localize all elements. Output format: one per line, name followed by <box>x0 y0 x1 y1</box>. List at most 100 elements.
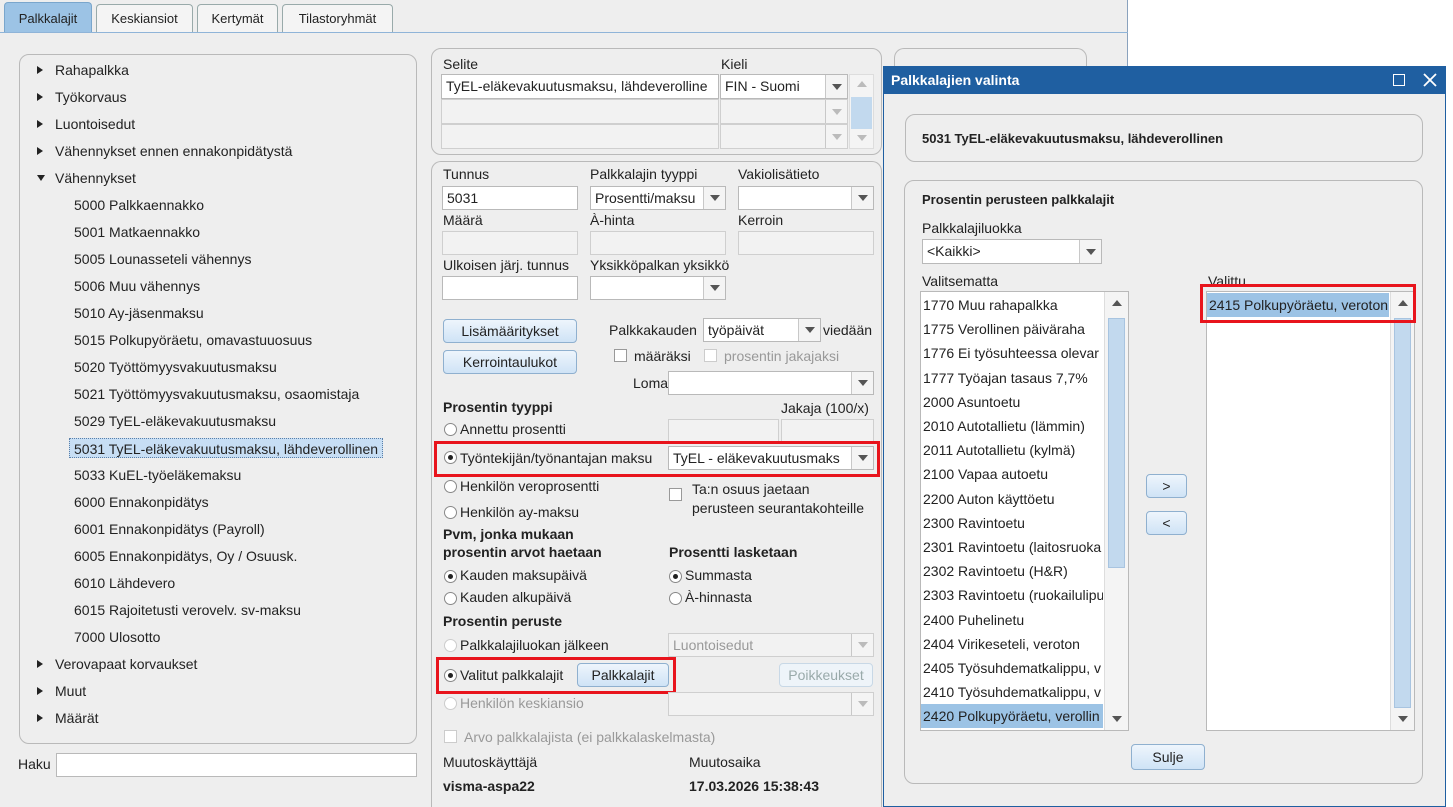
list-item[interactable]: 2410 Työsuhdematkalippu, v <box>923 680 1103 704</box>
valitsematta-scrollbar[interactable] <box>1104 292 1128 730</box>
tree-item[interactable]: 5021 Työttömyysvakuutusmaksu, osaomistaj… <box>74 384 359 404</box>
tree-item[interactable]: 5029 TyEL-eläkevakuutusmaksu <box>74 411 276 431</box>
selite-input[interactable]: TyEL-eläkevakuutusmaksu, lähdeverolline <box>441 74 719 99</box>
list-item[interactable]: 1770 Muu rahapalkka <box>923 293 1103 317</box>
valittu-scrollbar[interactable] <box>1390 292 1414 730</box>
tree-category[interactable]: Luontoisedut <box>55 114 135 134</box>
palkkalajiluokka-select[interactable]: <Kaikki> <box>922 239 1102 264</box>
list-item[interactable]: 2011 Autotallietu (kylmä) <box>923 438 1103 462</box>
chevron-down-icon[interactable] <box>851 187 873 209</box>
alkupaiva-radio[interactable] <box>444 592 457 605</box>
list-item[interactable]: 2302 Ravintoetu (H&R) <box>923 559 1103 583</box>
chevron-down-icon[interactable] <box>851 634 873 656</box>
jakajaksi-checkbox[interactable] <box>704 349 717 362</box>
sulje-button[interactable]: Sulje <box>1131 744 1205 770</box>
list-item[interactable]: 2300 Ravintoetu <box>923 511 1103 535</box>
kerroin-input[interactable] <box>738 231 874 255</box>
description-scrollbar[interactable] <box>849 74 874 149</box>
expand-right-icon[interactable] <box>37 93 43 101</box>
chevron-down-icon[interactable] <box>703 277 725 299</box>
expand-right-icon[interactable] <box>37 147 43 155</box>
tree-item[interactable]: 5010 Ay-jäsenmaksu <box>74 303 204 323</box>
luokka-select[interactable]: Luontoisedut <box>668 633 874 657</box>
annettu-prosentti-radio[interactable] <box>444 423 457 436</box>
palkkakauden-select[interactable]: työpäivät <box>703 318 821 342</box>
list-item[interactable]: 2405 Työsuhdematkalippu, v <box>923 656 1103 680</box>
tree-category[interactable]: Muut <box>55 681 86 701</box>
remove-button[interactable]: < <box>1146 511 1187 535</box>
kerrointaulukot-button[interactable]: Kerrointaulukot <box>443 350 577 374</box>
tree-item[interactable]: 6000 Ennakonpidätys <box>74 492 209 512</box>
kieli-select-3[interactable] <box>720 124 848 149</box>
chevron-down-icon[interactable] <box>825 125 847 148</box>
tree-item[interactable]: 5006 Muu vähennys <box>74 276 200 296</box>
maara-input[interactable] <box>442 231 578 255</box>
tunnus-input[interactable]: 5031 <box>442 186 578 210</box>
search-input[interactable] <box>56 753 417 777</box>
close-icon[interactable] <box>1423 73 1437 87</box>
expand-right-icon[interactable] <box>37 66 43 74</box>
tree-item[interactable]: 7000 Ulosotto <box>74 627 160 647</box>
chevron-down-icon[interactable] <box>825 100 847 123</box>
list-item[interactable]: 2303 Ravintoetu (ruokailulipu <box>923 583 1103 607</box>
list-item[interactable]: 2400 Puhelinetu <box>923 608 1103 632</box>
tree-category[interactable]: Työkorvaus <box>55 87 127 107</box>
yks-select[interactable] <box>590 276 726 300</box>
tree-item[interactable]: 5033 KuEL-työeläkemaksu <box>74 465 241 485</box>
maximize-icon[interactable] <box>1393 74 1405 86</box>
list-item[interactable]: 2301 Ravintoetu (laitosruoka <box>923 535 1103 559</box>
list-item[interactable]: 1775 Verollinen päiväraha <box>923 317 1103 341</box>
ulk-input[interactable] <box>442 276 578 300</box>
list-item[interactable]: 1776 Ei työsuhteessa olevar <box>923 341 1103 365</box>
tree-category[interactable]: Rahapalkka <box>55 60 129 80</box>
tab-palkkalajit[interactable]: Palkkalajit <box>4 2 92 33</box>
list-item[interactable]: 2000 Asuntoetu <box>923 390 1103 414</box>
lisamaaritykset-button[interactable]: Lisämääritykset <box>443 319 577 343</box>
kieli-select[interactable]: FIN - Suomi <box>720 74 848 99</box>
list-item[interactable]: 2420 Polkupyöräetu, verollin <box>921 704 1103 729</box>
jakaja-input[interactable] <box>781 419 874 443</box>
list-item[interactable]: 2100 Vapaa autoetu <box>923 462 1103 486</box>
tree-item[interactable]: 6001 Ennakonpidätys (Payroll) <box>74 519 265 539</box>
chevron-down-icon[interactable] <box>851 372 873 394</box>
chevron-down-icon[interactable] <box>1079 240 1101 263</box>
keskiansio-select[interactable] <box>668 692 874 716</box>
ahinnasta-radio[interactable] <box>669 592 682 605</box>
tree-category[interactable]: Vähennykset ennen ennakonpidätystä <box>55 141 292 161</box>
list-item[interactable]: 2200 Auton käyttöetu <box>923 487 1103 511</box>
expand-right-icon[interactable] <box>37 714 43 722</box>
tree-item[interactable]: 5020 Työttömyysvakuutusmaksu <box>74 357 277 377</box>
expand-right-icon[interactable] <box>37 660 43 668</box>
valitsematta-list[interactable]: 1770 Muu rahapalkka 1775 Verollinen päivä… <box>920 291 1129 731</box>
add-button[interactable]: > <box>1146 474 1187 498</box>
tyyppi-select[interactable]: Prosentti/maksu <box>590 186 726 210</box>
kieli-select-2[interactable] <box>720 99 848 124</box>
tree-item[interactable]: 5000 Palkkaennakko <box>74 195 204 215</box>
selite-row-2[interactable] <box>441 99 719 124</box>
scroll-thumb[interactable] <box>1394 318 1411 708</box>
chevron-down-icon[interactable] <box>825 75 847 98</box>
taan-checkbox[interactable] <box>669 488 682 501</box>
tree-item[interactable]: 6005 Ennakonpidätys, Oy / Osuusk. <box>74 546 297 566</box>
poikkeukset-button[interactable]: Poikkeukset <box>779 663 873 687</box>
tree-category[interactable]: Vähennykset <box>55 168 136 188</box>
keskiansio-radio[interactable] <box>444 697 457 710</box>
expand-right-icon[interactable] <box>37 120 43 128</box>
tab-tilastoryhmat[interactable]: Tilastoryhmät <box>282 4 393 32</box>
list-item[interactable]: 1777 Työajan tasaus 7,7% <box>923 366 1103 390</box>
tree-item[interactable]: 5001 Matkaennakko <box>74 222 200 242</box>
chevron-down-icon[interactable] <box>798 319 820 341</box>
prosentti-input[interactable] <box>668 419 779 443</box>
tree-item[interactable]: 6010 Lähdevero <box>74 573 175 593</box>
maksupaiva-radio[interactable] <box>444 570 457 583</box>
tree-item[interactable]: 5015 Polkupyöräetu, omavastuuosuus <box>74 330 312 350</box>
tab-keskiansiot[interactable]: Keskiansiot <box>96 4 193 32</box>
list-item[interactable]: 2404 Virikeseteli, veroton <box>923 632 1103 656</box>
tree-category[interactable]: Määrät <box>55 708 99 728</box>
tab-kertymat[interactable]: Kertymät <box>197 4 278 32</box>
vakio-select[interactable] <box>738 186 874 210</box>
tree-item[interactable]: 6015 Rajoitetusti verovelv. sv-maksu <box>74 600 301 620</box>
tree-category[interactable]: Verovapaat korvaukset <box>55 654 197 674</box>
ay-maksu-radio[interactable] <box>444 506 457 519</box>
veroprosentti-radio[interactable] <box>444 480 457 493</box>
